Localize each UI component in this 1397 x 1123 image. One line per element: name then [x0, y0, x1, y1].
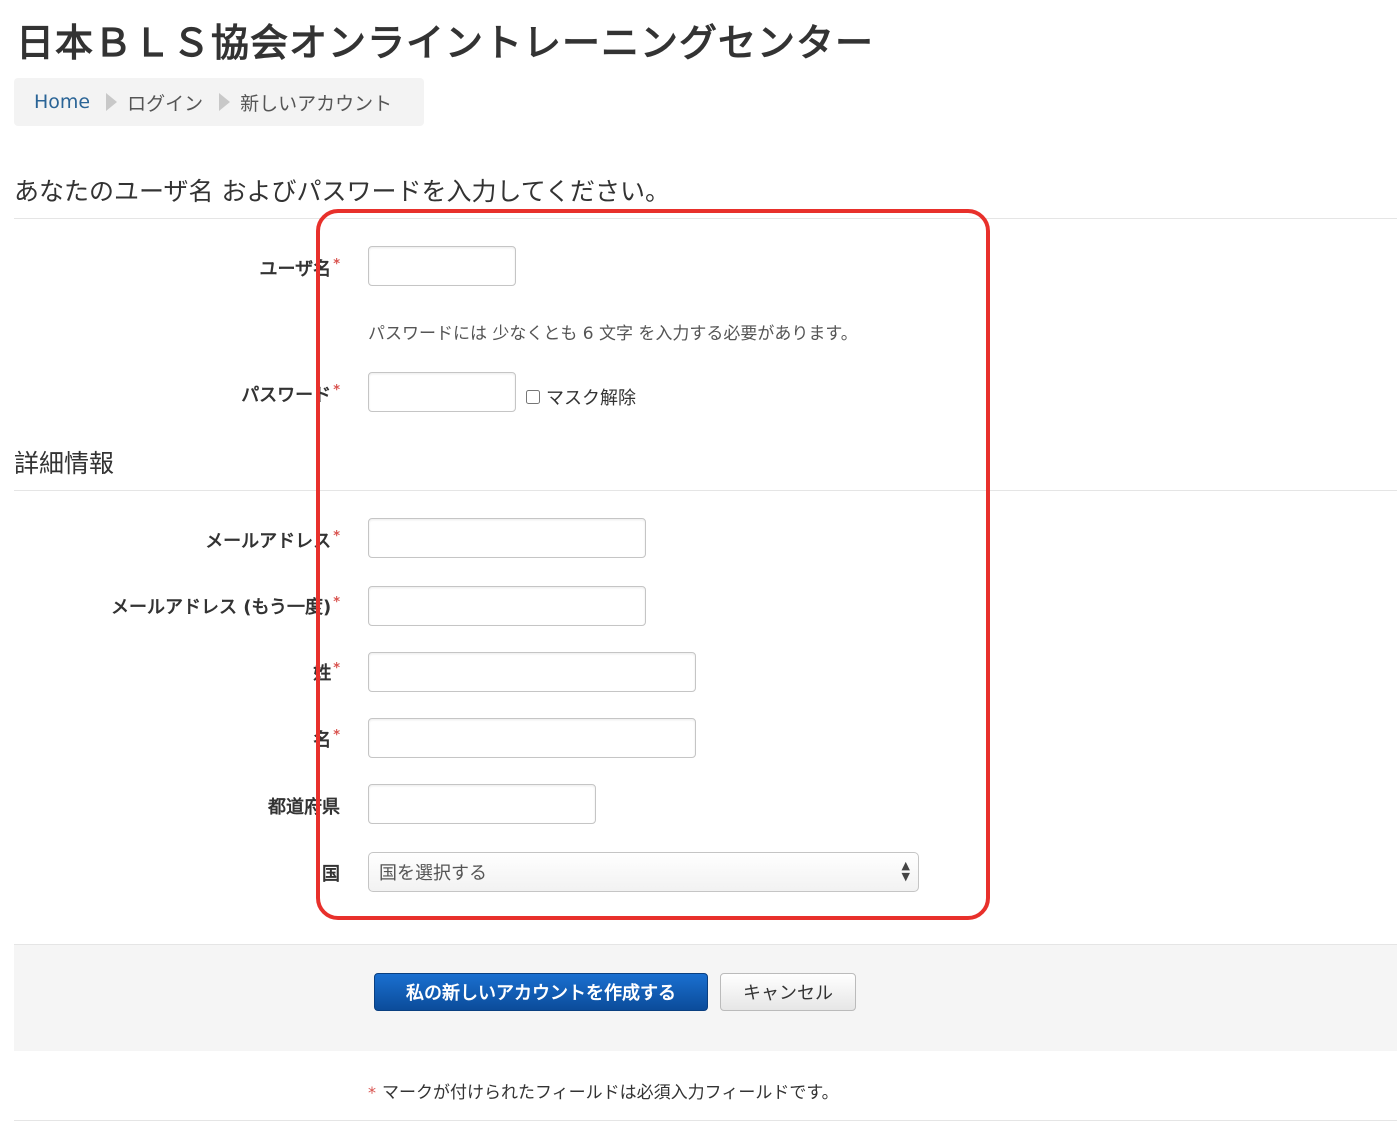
city-label: 都道府県 — [268, 797, 340, 818]
site-title: 日本ＢＬＳ協会オンライントレーニングセンター — [16, 21, 875, 65]
required-mark: * — [333, 595, 340, 610]
email-label: メールアドレス * — [205, 529, 340, 552]
password-input[interactable] — [368, 372, 516, 412]
details-section-legend: 詳細情報 — [14, 444, 1397, 491]
country-select-value: 国を選択する — [379, 863, 487, 884]
required-mark: * — [333, 257, 340, 272]
unmask-checkbox[interactable] — [526, 390, 540, 404]
firstname-label: 名 * — [313, 728, 340, 751]
email-confirm-input[interactable] — [368, 586, 646, 626]
required-mark: * — [333, 383, 340, 398]
required-mark: * — [333, 728, 340, 743]
breadcrumb-home-link[interactable]: Home — [34, 91, 90, 113]
required-mark: * — [368, 1083, 376, 1102]
username-label: ユーザ名 * — [259, 257, 340, 280]
unmask-password-toggle[interactable]: マスク解除 — [526, 384, 636, 410]
password-rule-note: パスワードには 少なくとも 6 文字 を入力する必要があります。 — [368, 324, 858, 344]
password-label: パスワード * — [241, 383, 340, 406]
lastname-label: 姓 * — [313, 661, 340, 684]
breadcrumb-separator-icon — [219, 93, 231, 111]
cancel-button[interactable]: キャンセル — [720, 973, 856, 1011]
lastname-input[interactable] — [368, 652, 696, 692]
city-input[interactable] — [368, 784, 596, 824]
username-input[interactable] — [368, 246, 516, 286]
required-fields-note-text: マークが付けられたフィールドは必須入力フィールドです。 — [382, 1083, 839, 1103]
required-mark: * — [333, 529, 340, 544]
country-label: 国 — [322, 864, 340, 885]
required-fields-note: * マークが付けられたフィールドは必須入力フィールドです。 — [368, 1078, 839, 1103]
required-mark: * — [333, 661, 340, 676]
country-select[interactable]: 国を選択する ▲ ▼ — [368, 852, 919, 892]
breadcrumb-current: 新しいアカウント — [240, 92, 393, 115]
select-arrows-icon: ▲ ▼ — [901, 859, 910, 883]
login-section-legend: あなたのユーザ名 およびパスワードを入力してください。 — [14, 172, 1397, 219]
firstname-input[interactable] — [368, 718, 696, 758]
email-confirm-label: メールアドレス (もう一度) * — [111, 595, 340, 618]
unmask-label: マスク解除 — [546, 388, 636, 409]
bottom-divider — [14, 1120, 1397, 1121]
email-input[interactable] — [368, 518, 646, 558]
breadcrumb-login-link[interactable]: ログイン — [127, 89, 203, 116]
breadcrumb-separator-icon — [106, 93, 118, 111]
form-actions-bar: 私の新しいアカウントを作成する キャンセル — [14, 944, 1397, 1051]
create-account-button[interactable]: 私の新しいアカウントを作成する — [374, 973, 708, 1011]
breadcrumb: Home ログイン 新しいアカウント — [14, 78, 424, 126]
